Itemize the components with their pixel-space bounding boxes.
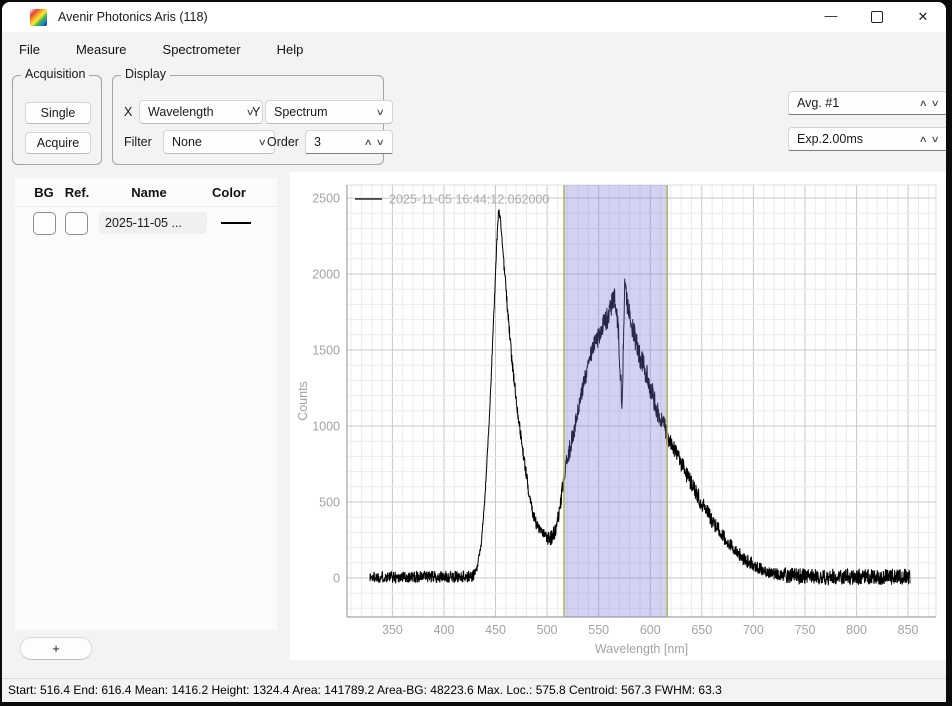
header-name: Name: [97, 185, 201, 200]
averaging-value: Avg. #1: [797, 96, 914, 110]
app-window: Avenir Photonics Aris (118) — ✕ File Meas…: [2, 2, 946, 702]
x-tick-label: 450: [485, 623, 506, 637]
exposure-value: Exp.2.00ms: [797, 132, 914, 146]
chart-panel: 350 400 450 500 550 600 650 700 750 800 850 0 500 100…: [290, 172, 946, 660]
x-tick-label: 550: [588, 623, 609, 637]
statusbar: Start: 516.4 End: 616.4 Mean: 1416.2 Hei…: [2, 678, 946, 702]
filter-value: None: [172, 135, 253, 149]
averaging-spinner[interactable]: Avg. #1 ∧ ∨: [788, 91, 946, 115]
chevron-down-icon: ∨: [376, 137, 385, 148]
close-icon: ✕: [918, 9, 929, 25]
display-group: Display X Wavelength ∨ Y Spectrum ∨ Filt…: [112, 75, 384, 165]
x-tick-label: 800: [846, 623, 867, 637]
chevron-up-icon: ∧: [918, 98, 927, 109]
add-spectrum-button[interactable]: +: [20, 637, 92, 660]
chevron-down-icon: ∨: [376, 107, 385, 118]
minimize-button[interactable]: —: [808, 2, 854, 32]
x-tick-label: 350: [382, 623, 403, 637]
y-axis-label: Y: [252, 100, 260, 124]
acquire-button[interactable]: Acquire: [25, 132, 91, 154]
spectrum-color-swatch[interactable]: [221, 222, 251, 224]
y-axis-title: Counts: [296, 381, 310, 421]
header-color: Color: [205, 185, 253, 200]
filter-label: Filter: [124, 130, 152, 154]
maximize-icon: [871, 11, 883, 23]
minimize-icon: —: [825, 2, 838, 31]
exposure-spinner[interactable]: Exp.2.00ms ∧ ∨: [788, 127, 946, 151]
app-icon: [30, 9, 47, 26]
chevron-up-icon: ∧: [363, 137, 372, 148]
chevron-up-icon: ∧: [918, 134, 927, 145]
chevron-down-icon: ∨: [258, 137, 267, 148]
maximize-button[interactable]: [854, 2, 900, 32]
acquisition-group-label: Acquisition: [21, 67, 89, 81]
acquisition-group: Acquisition Single Acquire: [12, 75, 102, 165]
menu-item-help[interactable]: Help: [274, 40, 307, 59]
ref-checkbox[interactable]: [65, 212, 88, 235]
display-group-label: Display: [121, 67, 170, 81]
window-title: Avenir Photonics Aris (118): [58, 2, 208, 32]
order-spinner[interactable]: 3 ∧ ∨: [305, 130, 393, 154]
chevron-down-icon: ∨: [931, 134, 940, 145]
close-button[interactable]: ✕: [900, 2, 946, 32]
menu-item-spectrometer[interactable]: Spectrometer: [160, 40, 244, 59]
x-tick-label: 600: [640, 623, 661, 637]
table-header-row: BG Ref. Name Color: [15, 178, 277, 207]
bg-checkbox[interactable]: [33, 212, 56, 235]
y-tick-label: 2500: [312, 192, 340, 206]
header-bg: BG: [29, 185, 59, 200]
status-measurements: Start: 516.4 End: 616.4 Mean: 1416.2 Hei…: [8, 683, 722, 697]
y-tick-label: 1500: [312, 344, 340, 358]
y-tick-label: 2000: [312, 268, 340, 282]
x-tick-label: 850: [898, 623, 919, 637]
x-tick-label: 400: [434, 623, 455, 637]
y-tick-label: 500: [319, 496, 340, 510]
spectrum-chart[interactable]: 350 400 450 500 550 600 650 700 750 800 850 0 500 100…: [290, 172, 946, 660]
selection-region[interactable]: [564, 185, 667, 617]
x-axis-select[interactable]: Wavelength ∨: [139, 100, 263, 124]
spectra-panel: BG Ref. Name Color 2025-11-05 ...: [15, 178, 277, 630]
menubar: File Measure Spectrometer Help: [16, 34, 306, 64]
legend-label: 2025-11-05 16:44:12.062000: [389, 193, 549, 207]
x-tick-label: 750: [795, 623, 816, 637]
menu-item-file[interactable]: File: [16, 40, 43, 59]
order-label: Order: [267, 130, 299, 154]
x-axis-title: Wavelength [nm]: [595, 642, 688, 656]
chevron-down-icon: ∨: [931, 98, 940, 109]
y-tick-label: 1000: [312, 420, 340, 434]
header-ref: Ref.: [61, 185, 93, 200]
x-axis-value: Wavelength: [148, 105, 241, 119]
y-axis-select[interactable]: Spectrum ∨: [265, 100, 393, 124]
single-button[interactable]: Single: [25, 102, 91, 124]
menu-item-measure[interactable]: Measure: [73, 40, 130, 59]
x-tick-label: 500: [537, 623, 558, 637]
window-controls: — ✕: [808, 2, 946, 32]
x-tick-label: 700: [743, 623, 764, 637]
x-axis-label: X: [124, 100, 132, 124]
titlebar[interactable]: Avenir Photonics Aris (118) — ✕: [2, 2, 946, 32]
spectrum-name[interactable]: 2025-11-05 ...: [99, 212, 207, 234]
order-value: 3: [314, 135, 359, 149]
table-row: 2025-11-05 ...: [15, 207, 277, 239]
filter-select[interactable]: None ∨: [163, 130, 275, 154]
y-axis-value: Spectrum: [274, 105, 371, 119]
x-tick-label: 650: [691, 623, 712, 637]
y-tick-label: 0: [333, 571, 340, 585]
